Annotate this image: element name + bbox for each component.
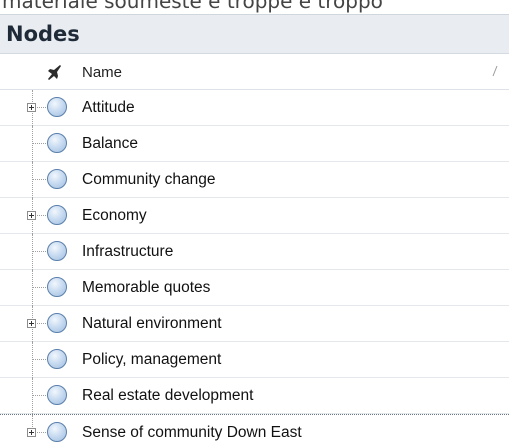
tree-branch-line bbox=[32, 287, 46, 288]
node-icon bbox=[47, 385, 67, 405]
expand-icon[interactable] bbox=[27, 319, 36, 328]
node-row[interactable]: Memorable quotes bbox=[0, 270, 509, 306]
node-icon bbox=[47, 349, 67, 369]
nodes-panel: Nodes Name Attitude Balance Community chan… bbox=[0, 14, 509, 448]
node-label: Economy bbox=[82, 207, 147, 224]
tree-branch-line bbox=[32, 179, 46, 180]
tree-branch-line bbox=[32, 395, 46, 396]
node-label: Infrastructure bbox=[82, 243, 174, 260]
background-text-strip: materiale soumeste e troppe e troppo bbox=[0, 0, 509, 14]
node-icon bbox=[47, 169, 67, 189]
node-label: Policy, management bbox=[82, 351, 222, 368]
node-label: Memorable quotes bbox=[82, 279, 211, 296]
node-label: Balance bbox=[82, 135, 139, 152]
tree-connector-line bbox=[32, 234, 33, 270]
expand-icon[interactable] bbox=[27, 103, 36, 112]
node-row[interactable]: Real estate development bbox=[0, 378, 509, 414]
node-label: Sense of community Down East bbox=[82, 424, 302, 441]
expand-icon[interactable] bbox=[27, 211, 36, 220]
tree-connector-line bbox=[32, 126, 33, 162]
tree-branch-line bbox=[32, 359, 46, 360]
node-row[interactable]: Infrastructure bbox=[0, 234, 509, 270]
node-icon bbox=[47, 133, 67, 153]
node-row[interactable]: Sense of community Down East bbox=[0, 414, 509, 448]
node-icon bbox=[47, 422, 67, 442]
node-row[interactable]: Natural environment bbox=[0, 306, 509, 342]
column-header[interactable]: Name bbox=[0, 54, 509, 90]
node-icon bbox=[47, 97, 67, 117]
node-list: Attitude Balance Community change Economy In… bbox=[0, 90, 509, 448]
node-row[interactable]: Community change bbox=[0, 162, 509, 198]
node-label: Community change bbox=[82, 171, 216, 188]
node-row[interactable]: Economy bbox=[0, 198, 509, 234]
tree-connector-line bbox=[32, 270, 33, 306]
name-column-header[interactable]: Name bbox=[82, 64, 122, 81]
panel-header: Nodes bbox=[0, 14, 509, 54]
node-row[interactable]: Balance bbox=[0, 126, 509, 162]
node-row[interactable]: Attitude bbox=[0, 90, 509, 126]
tree-branch-line bbox=[32, 143, 46, 144]
pin-icon[interactable] bbox=[45, 63, 63, 81]
nodes-window: materiale soumeste e troppe e troppo Nod… bbox=[0, 0, 509, 448]
node-icon bbox=[47, 277, 67, 297]
node-label: Natural environment bbox=[82, 315, 222, 332]
tree-branch-line bbox=[32, 251, 46, 252]
tree-connector-line bbox=[32, 342, 33, 378]
expand-icon[interactable] bbox=[27, 428, 36, 437]
node-icon bbox=[47, 313, 67, 333]
background-text: materiale soumeste e troppe e troppo bbox=[2, 0, 383, 13]
node-icon bbox=[47, 241, 67, 261]
node-label: Real estate development bbox=[82, 387, 254, 404]
tree-connector-line bbox=[32, 162, 33, 198]
column-sort-icon[interactable] bbox=[492, 65, 498, 77]
panel-title: Nodes bbox=[6, 22, 80, 46]
node-row[interactable]: Policy, management bbox=[0, 342, 509, 378]
node-icon bbox=[47, 205, 67, 225]
tree-connector-line bbox=[32, 378, 33, 414]
node-label: Attitude bbox=[82, 99, 135, 116]
